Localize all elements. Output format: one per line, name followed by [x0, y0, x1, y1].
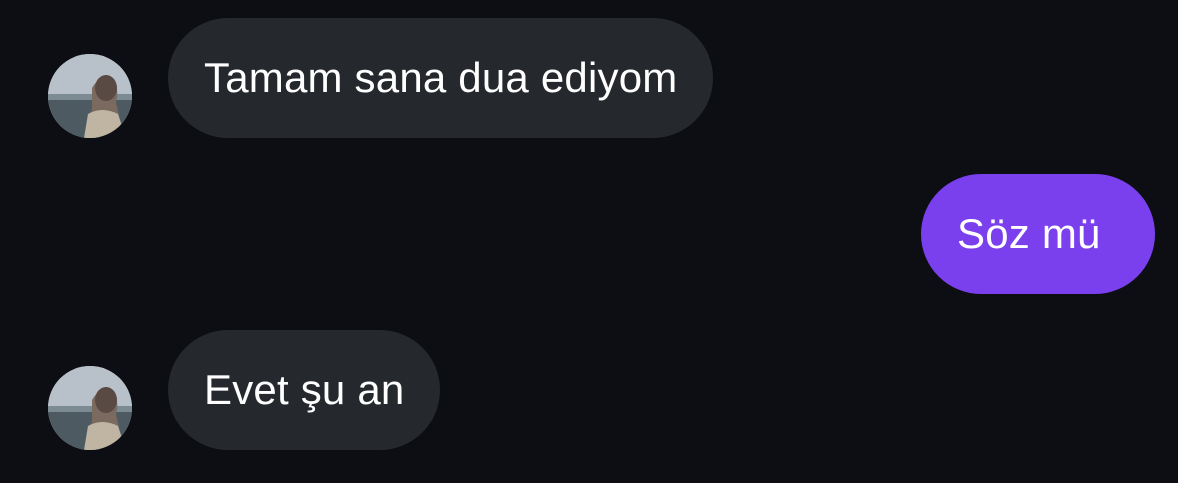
- message-thread: Tamam sana dua ediyom Söz mü Evet şu an: [0, 0, 1178, 483]
- contact-avatar[interactable]: [48, 54, 132, 138]
- avatar-photo-icon: [48, 366, 132, 450]
- message-bubble-outgoing[interactable]: Söz mü: [921, 174, 1155, 294]
- message-bubble-incoming[interactable]: Evet şu an: [168, 330, 441, 450]
- avatar-photo-icon: [48, 54, 132, 138]
- message-bubble-incoming[interactable]: Tamam sana dua ediyom: [168, 18, 714, 138]
- contact-avatar[interactable]: [48, 366, 132, 450]
